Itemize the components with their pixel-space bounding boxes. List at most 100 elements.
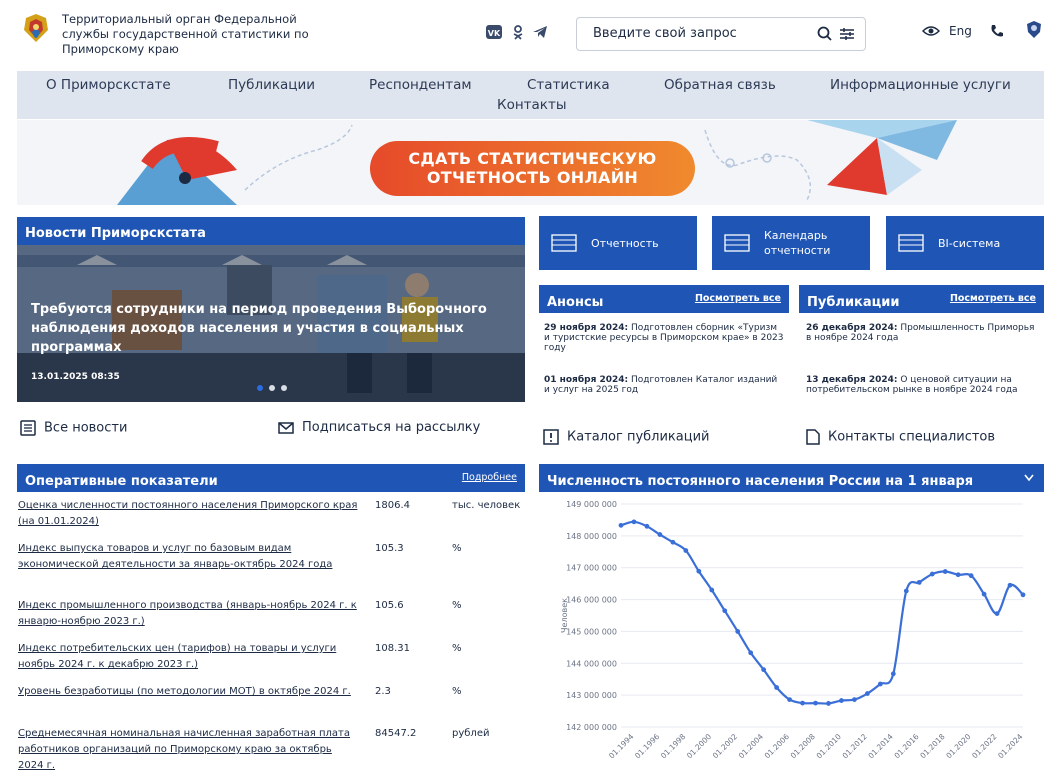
search-box[interactable] (576, 17, 866, 51)
data-point (787, 697, 792, 703)
news-slider[interactable]: Требуются сотрудники на период проведени… (17, 245, 525, 402)
y-tick-label: 146 000 000 (566, 596, 617, 605)
news-date: 13.01.2025 08:35 (31, 372, 120, 382)
search-input[interactable] (593, 26, 823, 41)
x-tick-label: 01.2002 (711, 732, 739, 760)
nav-item-about[interactable]: О Приморскстате (46, 77, 171, 93)
data-point (722, 608, 728, 614)
accessibility-eye-icon[interactable] (922, 25, 940, 37)
publication-item[interactable]: 26 декабря 2024: Промышленность Приморья… (806, 323, 1041, 343)
nav-item-statistics[interactable]: Статистика (527, 77, 610, 93)
data-point (631, 519, 637, 525)
calendar-button[interactable]: Календарь отчетности (712, 216, 870, 270)
data-point (903, 588, 909, 594)
all-news-link[interactable]: Все новости (20, 414, 260, 444)
indicator-unit: % (452, 643, 462, 654)
announcement-item[interactable]: 01 ноября 2024: Подготовлен Каталог изда… (544, 375, 784, 395)
x-tick-label: 01.2010 (815, 732, 843, 760)
report-online-button[interactable]: СДАТЬ СТАТИСТИЧЕСКУЮ ОТЧЕТНОСТЬ ОНЛАЙН (370, 141, 695, 196)
data-point (644, 523, 650, 529)
data-point (981, 591, 987, 597)
all-news-label: Все новости (44, 420, 128, 436)
indicator-value: 2.3 (375, 686, 391, 697)
telegram-icon[interactable] (531, 24, 549, 40)
specialist-contacts-link[interactable]: Контакты специалистов (806, 423, 1044, 453)
slider-dot-active[interactable] (257, 385, 263, 391)
data-point (774, 685, 780, 690)
indicator-name[interactable]: Индекс потребительских цен (тарифов) на … (18, 641, 358, 673)
language-switch[interactable]: Eng (949, 24, 972, 38)
search-icon[interactable] (817, 26, 833, 42)
data-point (813, 700, 818, 706)
indicator-value: 108.31 (375, 643, 410, 654)
info-box-icon (543, 429, 559, 445)
y-axis-label: Человек (560, 598, 569, 633)
odnoklassniki-icon[interactable] (509, 24, 527, 40)
calendar-label: Календарь отчетности (764, 229, 831, 257)
report-online-banner[interactable]: СДАТЬ СТАТИСТИЧЕСКУЮ ОТЧЕТНОСТЬ ОНЛАЙН (17, 120, 1044, 205)
announcements-see-all[interactable]: Посмотреть все (695, 293, 781, 304)
reports-button[interactable]: Отчетность (539, 216, 697, 270)
mail-icon (278, 421, 294, 434)
filter-icon[interactable] (839, 26, 855, 42)
x-tick-label: 01.2022 (970, 732, 998, 760)
rosstat-emblem-icon[interactable] (1024, 20, 1044, 40)
news-header: Новости Приморскстата (17, 217, 525, 245)
indicator-value: 105.6 (375, 600, 404, 611)
publications-title: Публикации (807, 295, 900, 310)
data-point (890, 671, 896, 677)
indicator-name[interactable]: Индекс выпуска товаров и услуг по базовы… (18, 541, 358, 573)
indicator-value: 84547.2 (375, 728, 417, 739)
news-title: Новости Приморскстата (25, 226, 206, 241)
population-chart-header[interactable]: Численность постоянного населения России… (539, 464, 1044, 492)
indicator-unit: тыс. человек (452, 500, 521, 511)
nav-item-feedback[interactable]: Обратная связь (664, 77, 776, 93)
server-icon (551, 234, 577, 252)
announcement-date: 01 ноября 2024: (544, 375, 629, 385)
chevron-down-icon[interactable] (1024, 474, 1034, 482)
indicator-unit: % (452, 600, 462, 611)
nav-item-publications[interactable]: Публикации (228, 77, 315, 93)
contacts-label: Контакты специалистов (828, 429, 996, 445)
y-tick-label: 145 000 000 (566, 627, 617, 636)
indicator-name[interactable]: Индекс промышленного производства (январ… (18, 598, 358, 630)
x-tick-label: 01.1994 (607, 732, 635, 760)
data-point (994, 611, 1000, 616)
publication-catalog-link[interactable]: Каталог публикаций (543, 423, 783, 453)
data-point (800, 700, 805, 706)
publications-see-all[interactable]: Посмотреть все (950, 293, 1036, 304)
x-tick-label: 01.2024 (996, 732, 1024, 760)
slider-dot[interactable] (281, 385, 287, 391)
nav-item-info-services[interactable]: Информационные услуги (830, 77, 1011, 93)
news-headline[interactable]: Требуются сотрудники на период проведени… (31, 300, 501, 357)
vk-icon[interactable]: VK (485, 24, 503, 40)
indicators-more-link[interactable]: Подробнее (462, 472, 517, 483)
announcements-header: Анонсы Посмотреть все (539, 285, 789, 313)
emblem-logo[interactable] (18, 12, 54, 48)
data-point (761, 667, 767, 673)
publication-item[interactable]: 13 декабря 2024: О ценовой ситуации на п… (806, 375, 1041, 395)
nav-item-respondents[interactable]: Респондентам (369, 77, 472, 93)
indicator-name[interactable]: Оценка численности постоянного населения… (18, 498, 358, 530)
server-icon (898, 234, 924, 252)
bi-system-button[interactable]: BI-система (886, 216, 1044, 270)
indicator-name[interactable]: Среднемесячная номинальная начисленная з… (18, 726, 358, 774)
data-point (942, 569, 948, 574)
subscribe-link[interactable]: Подписаться на рассылку (278, 414, 525, 444)
announcement-item[interactable]: 29 ноября 2024: Подготовлен сборник «Тур… (544, 323, 784, 353)
indicator-name[interactable]: Уровень безработицы (по методологии МОТ)… (18, 684, 358, 700)
nav-item-contacts[interactable]: Контакты (497, 97, 566, 113)
phone-icon[interactable] (990, 24, 1004, 38)
publication-date: 13 декабря 2024: (806, 375, 898, 385)
x-tick-label: 01.2018 (918, 732, 946, 760)
data-point (670, 539, 676, 545)
x-tick-label: 01.2016 (892, 732, 920, 760)
main-nav: О Приморскстате Публикации Респондентам … (17, 71, 1044, 119)
slider-dot[interactable] (269, 385, 275, 391)
indicator-unit: % (452, 686, 462, 697)
y-tick-label: 149 000 000 (566, 500, 617, 509)
bi-system-label: BI-система (938, 236, 1001, 250)
publication-date: 26 декабря 2024: (806, 323, 898, 333)
indicators-title: Оперативные показатели (25, 474, 218, 489)
org-name[interactable]: Территориальный орган Федеральной службы… (62, 12, 332, 57)
